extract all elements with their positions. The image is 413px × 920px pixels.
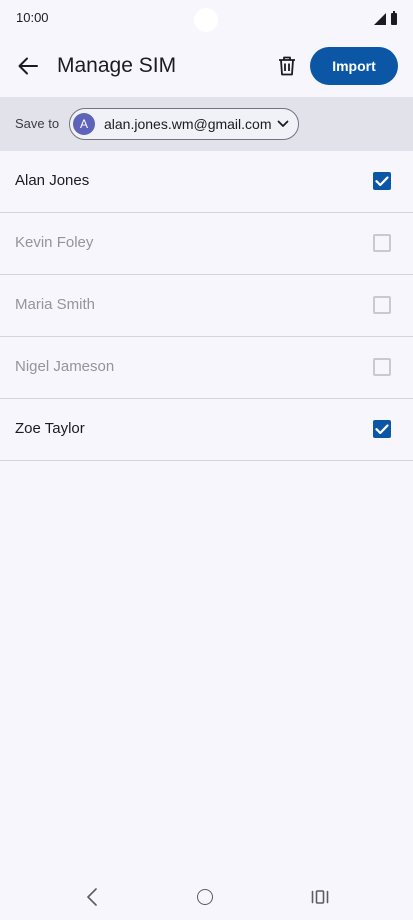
- status-time: 10:00: [16, 10, 49, 25]
- contact-checkbox[interactable]: [373, 172, 391, 190]
- battery-icon: [391, 11, 397, 25]
- signal-icon: [374, 13, 386, 25]
- account-dropdown[interactable]: A alan.jones.wm@gmail.com: [69, 108, 299, 140]
- back-button[interactable]: [10, 48, 46, 84]
- checkmark-icon: [375, 176, 389, 187]
- save-to-label: Save to: [15, 116, 60, 131]
- page-title: Manage SIM: [57, 54, 177, 77]
- arrow-left-icon: [18, 57, 38, 75]
- account-email: alan.jones.wm@gmail.com: [104, 116, 272, 132]
- trash-icon: [279, 56, 295, 76]
- contact-checkbox[interactable]: [373, 420, 391, 438]
- contact-name: Alan Jones: [15, 172, 90, 189]
- status-bar: 10:00: [0, 0, 413, 38]
- camera-cutout: [194, 8, 218, 32]
- contact-row[interactable]: Kevin Foley: [0, 213, 413, 275]
- chevron-down-icon: [277, 120, 289, 127]
- navigation-bar: [0, 872, 413, 920]
- delete-button[interactable]: [270, 48, 304, 84]
- contact-row[interactable]: Nigel Jameson: [0, 337, 413, 399]
- contact-row[interactable]: Maria Smith: [0, 275, 413, 337]
- contact-list: Alan Jones Kevin Foley Maria Smith Nigel…: [0, 151, 413, 461]
- app-bar: Manage SIM Import: [0, 38, 413, 96]
- status-icons: [374, 11, 397, 25]
- save-to-bar: Save to A alan.jones.wm@gmail.com: [0, 97, 413, 151]
- contact-name: Nigel Jameson: [15, 358, 115, 375]
- contact-name: Zoe Taylor: [15, 420, 85, 437]
- checkmark-icon: [375, 424, 389, 435]
- contact-checkbox[interactable]: [373, 296, 391, 314]
- contact-checkbox[interactable]: [373, 358, 391, 376]
- contact-row[interactable]: Zoe Taylor: [0, 399, 413, 461]
- contact-checkbox[interactable]: [373, 234, 391, 252]
- import-button[interactable]: Import: [310, 47, 398, 85]
- contact-name: Kevin Foley: [15, 234, 94, 251]
- nav-recents-icon[interactable]: [311, 888, 329, 906]
- nav-home-icon[interactable]: [197, 889, 213, 905]
- avatar: A: [73, 113, 95, 135]
- nav-back-icon[interactable]: [82, 886, 102, 908]
- contact-name: Maria Smith: [15, 296, 96, 313]
- contact-row[interactable]: Alan Jones: [0, 151, 413, 213]
